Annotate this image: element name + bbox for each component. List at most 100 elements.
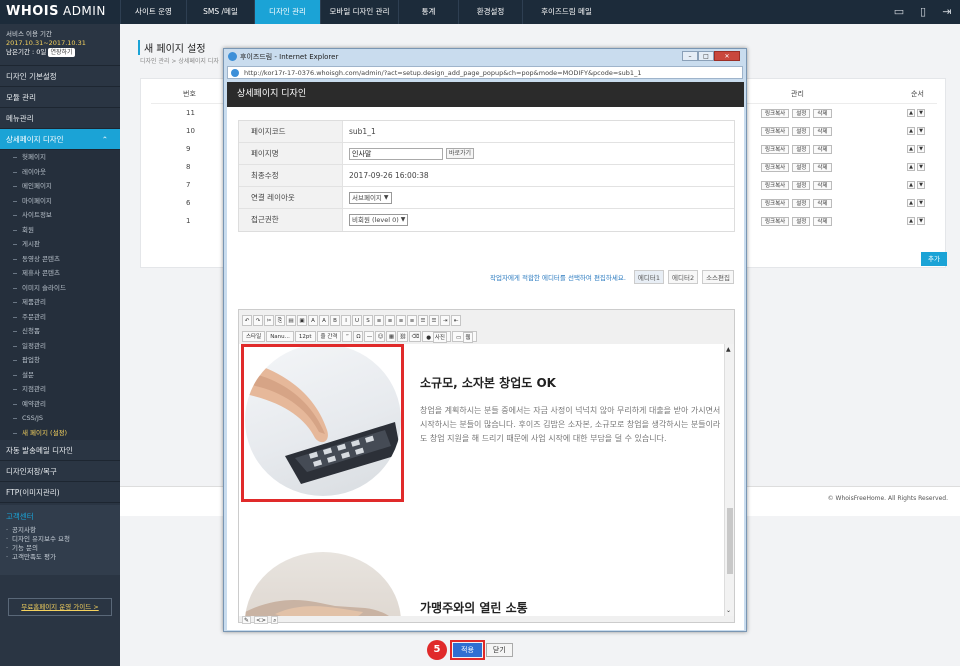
sub-item[interactable]: 예약관리 <box>0 397 120 412</box>
sidebar-item-modules[interactable]: 모듈 관리 <box>0 87 120 108</box>
italic-icon[interactable]: I <box>341 314 351 326</box>
cs-link[interactable]: 공지사항 <box>6 526 114 535</box>
apply-button[interactable]: 적용 <box>450 640 485 660</box>
popup-titlebar[interactable]: 후이즈드림 - Internet Explorer – □ ✕ <box>224 49 746 65</box>
pencil-icon[interactable]: ✎ <box>242 616 252 624</box>
settings-button[interactable]: 설정 <box>792 109 811 118</box>
minimize-icon[interactable]: – <box>682 51 698 61</box>
logout-icon[interactable]: ⇥ <box>940 5 954 19</box>
layout-select[interactable]: 서브페이지 ▼ <box>349 191 392 204</box>
sub-item[interactable]: 일정관리 <box>0 339 120 354</box>
table-icon[interactable]: ▦ <box>386 330 397 342</box>
justify-icon[interactable]: ≡ <box>407 314 417 326</box>
cs-link[interactable]: 기능 문의 <box>6 544 114 553</box>
font-color-icon[interactable]: A <box>319 314 329 326</box>
link-copy-button[interactable]: 링크복사 <box>761 109 790 118</box>
delete-button[interactable]: 삭제 <box>813 145 832 154</box>
move-down-icon[interactable]: ▼ <box>917 163 925 171</box>
delete-button[interactable]: 삭제 <box>813 199 832 208</box>
sub-item[interactable]: 회원 <box>0 223 120 238</box>
move-down-icon[interactable]: ▼ <box>917 217 925 225</box>
cs-link[interactable]: 고객만족도 평가 <box>6 553 114 562</box>
indent-icon[interactable]: ⇥ <box>440 314 450 326</box>
link-copy-button[interactable]: 링크복사 <box>761 181 790 190</box>
sidebar-item-ftp[interactable]: FTP(이미지관리) <box>0 482 120 503</box>
address-bar[interactable]: http://kor17r-17-0376.whoisgh.com/admin/… <box>227 66 743 79</box>
bullet-list-icon[interactable]: ☰ <box>429 314 439 326</box>
sub-item[interactable]: 마이페이지 <box>0 194 120 209</box>
nav-mail[interactable]: 후이즈드림 메일 <box>522 0 610 24</box>
sidebar-item-menus[interactable]: 메뉴관리 <box>0 108 120 129</box>
sub-item[interactable]: 주문관리 <box>0 310 120 325</box>
link-copy-button[interactable]: 링크복사 <box>761 217 790 226</box>
goto-button[interactable]: 바로가기 <box>446 148 475 159</box>
link-copy-button[interactable]: 링크복사 <box>761 199 790 208</box>
link-icon[interactable]: ⛓ <box>397 330 409 342</box>
quote-icon[interactable]: “ <box>342 330 353 342</box>
delete-button[interactable]: 삭제 <box>813 163 832 172</box>
align-center-icon[interactable]: ≡ <box>385 314 395 326</box>
numbered-list-icon[interactable]: ☰ <box>418 314 428 326</box>
add-page-button[interactable]: 추가 <box>921 252 947 266</box>
move-up-icon[interactable]: ▲ <box>907 199 915 207</box>
sub-item[interactable]: 제휴사 콘텐츠 <box>0 266 120 281</box>
style-select[interactable]: 스타일 <box>242 330 266 342</box>
hr-icon[interactable]: — <box>364 330 375 342</box>
move-down-icon[interactable]: ▼ <box>917 181 925 189</box>
line-height-select[interactable]: 줄 간격 <box>316 330 342 342</box>
guide-link[interactable]: 무료홈페이지 운영 가이드 > <box>8 598 112 616</box>
bold-icon[interactable]: B <box>330 314 340 326</box>
link-copy-button[interactable]: 링크복사 <box>761 145 790 154</box>
move-down-icon[interactable]: ▼ <box>917 127 925 135</box>
strike-icon[interactable]: S <box>363 314 373 326</box>
tab-editor1[interactable]: 에디터1 <box>633 270 664 284</box>
emoticon-icon[interactable]: ☺ <box>375 330 386 342</box>
sub-item[interactable]: 헛페이지 <box>0 150 120 165</box>
outdent-icon[interactable]: ⇤ <box>451 314 461 326</box>
sub-item[interactable]: 레이아웃 <box>0 165 120 180</box>
move-up-icon[interactable]: ▲ <box>907 217 915 225</box>
select-all-icon[interactable]: ▣ <box>297 314 307 326</box>
page-name-field[interactable]: 인사말 <box>349 147 443 160</box>
underline-icon[interactable]: U <box>352 314 362 326</box>
delete-button[interactable]: 삭제 <box>813 181 832 190</box>
move-up-icon[interactable]: ▲ <box>907 181 915 189</box>
copy-icon[interactable]: ⎘ <box>275 314 285 326</box>
settings-button[interactable]: 설정 <box>792 199 811 208</box>
settings-button[interactable]: 설정 <box>792 217 811 226</box>
paste-icon[interactable]: ▤ <box>286 314 296 326</box>
sub-item[interactable]: 메인페이지 <box>0 179 120 194</box>
extend-button[interactable]: 연장하기 <box>48 48 75 57</box>
align-left-icon[interactable]: ≡ <box>374 314 384 326</box>
logo[interactable]: WHOIS ADMIN <box>6 4 106 19</box>
move-up-icon[interactable]: ▲ <box>907 109 915 117</box>
maximize-icon[interactable]: □ <box>698 51 714 61</box>
move-up-icon[interactable]: ▲ <box>907 163 915 171</box>
link-copy-button[interactable]: 링크복사 <box>761 163 790 172</box>
sidebar-item-detail-page[interactable]: 상세페이지 디자인 ⌃ <box>0 129 120 150</box>
move-up-icon[interactable]: ▲ <box>907 145 915 153</box>
move-down-icon[interactable]: ▼ <box>917 109 925 117</box>
web-button[interactable]: ▭ 웹 <box>451 330 477 343</box>
editor-scrollbar[interactable]: ▲ ⌄ <box>724 344 734 616</box>
delete-button[interactable]: 삭제 <box>813 109 832 118</box>
move-down-icon[interactable]: ▼ <box>917 145 925 153</box>
tab-source[interactable]: 소스편집 <box>702 270 734 284</box>
move-down-icon[interactable]: ▼ <box>917 199 925 207</box>
nav-design[interactable]: 디자인 관리 <box>254 0 320 24</box>
monitor-icon[interactable]: ▭ <box>892 5 906 19</box>
settings-button[interactable]: 설정 <box>792 163 811 172</box>
access-select[interactable]: 비회원 (level 0) ▼ <box>349 214 409 226</box>
editor-content[interactable]: 소규모, 소자본 창업도 OK 창업을 계획하시는 분들 중에서는 자금 사정이… <box>239 344 726 616</box>
tab-editor2[interactable]: 에디터2 <box>668 270 699 284</box>
undo-icon[interactable]: ↶ <box>242 314 252 326</box>
sub-item[interactable]: 동영상 콘텐츠 <box>0 252 120 267</box>
sub-item[interactable]: 설문 <box>0 368 120 383</box>
delete-button[interactable]: 삭제 <box>813 217 832 226</box>
redo-icon[interactable]: ↷ <box>253 314 263 326</box>
settings-button[interactable]: 설정 <box>792 127 811 136</box>
close-icon[interactable]: ✕ <box>714 51 740 61</box>
font-select[interactable]: Nanu... <box>266 330 294 342</box>
sub-item[interactable]: 신청폼 <box>0 324 120 339</box>
nav-settings[interactable]: 환경설정 <box>458 0 522 24</box>
